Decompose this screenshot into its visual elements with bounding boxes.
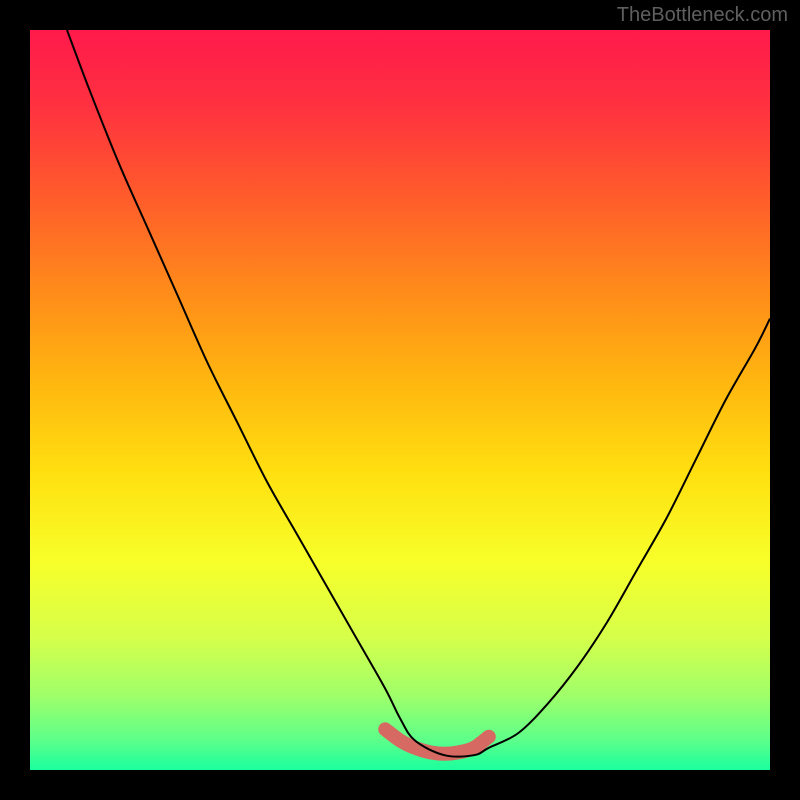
chart-frame: TheBottleneck.com [0, 0, 800, 800]
watermark-text: TheBottleneck.com [617, 4, 788, 27]
plot-area [30, 30, 770, 770]
gradient-background [30, 30, 770, 770]
plot-svg [30, 30, 770, 770]
